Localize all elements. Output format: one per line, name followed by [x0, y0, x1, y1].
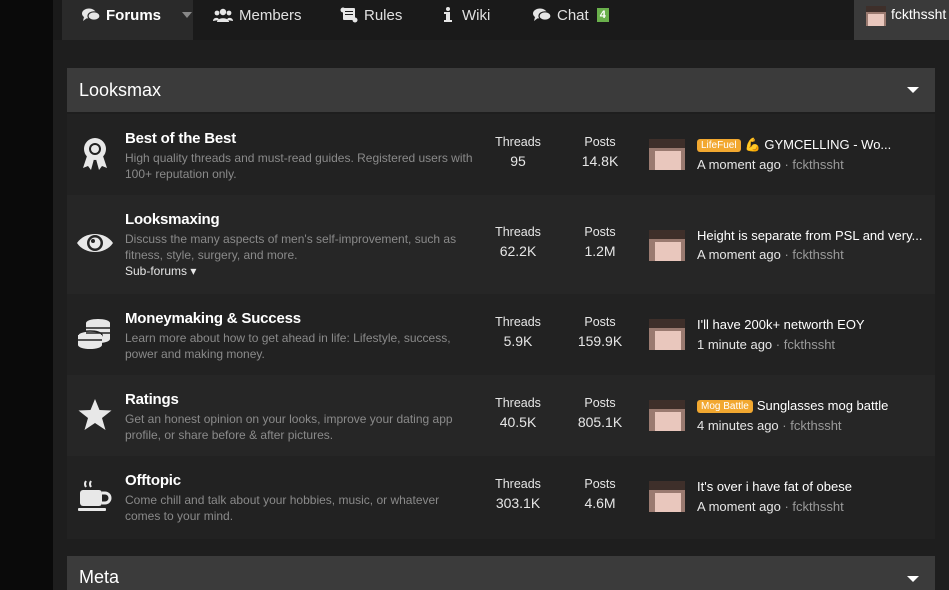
- last-poster-avatar[interactable]: [649, 230, 685, 261]
- last-thread-link[interactable]: Mog Battle Sunglasses mog battle: [697, 398, 929, 413]
- last-post-meta: A moment ago · fckthssht: [697, 499, 844, 514]
- collapse-toggle-icon[interactable]: [907, 576, 919, 582]
- posts-stat: Posts 805.1K: [577, 396, 623, 430]
- user-menu[interactable]: fckthssht: [854, 0, 949, 40]
- last-post-user[interactable]: fckthssht: [792, 247, 843, 262]
- users-icon: [213, 8, 233, 22]
- threads-stat: Threads 40.5K: [495, 396, 541, 430]
- forum-row-best-of-the-best: Best of the Best High quality threads an…: [67, 114, 935, 195]
- forum-title[interactable]: Looksmaxing: [125, 211, 220, 228]
- user-avatar: [866, 6, 886, 26]
- category-header-meta[interactable]: Meta: [67, 556, 935, 590]
- forum-description: Get an honest opinion on your looks, imp…: [125, 412, 453, 442]
- nav-chat-label: Chat: [557, 6, 589, 24]
- last-post-meta: 4 minutes ago · fckthssht: [697, 418, 842, 433]
- forum-title[interactable]: Ratings: [125, 391, 179, 408]
- nav-rules-label: Rules: [364, 6, 403, 24]
- star-icon: [77, 397, 113, 433]
- subforums-toggle[interactable]: Sub-forums ▾: [125, 264, 196, 278]
- award-icon: [77, 136, 113, 172]
- last-post-time: A moment ago: [697, 157, 781, 172]
- coffee-icon: [77, 478, 113, 514]
- forum-description: Learn more about how to get ahead in lif…: [125, 331, 451, 361]
- forum-description: High quality threads and must-read guide…: [125, 151, 473, 181]
- left-gutter: [0, 0, 53, 590]
- last-post-time: 1 minute ago: [697, 337, 773, 352]
- last-post-user[interactable]: fckthssht: [792, 157, 843, 172]
- threads-stat: Threads 62.2K: [495, 225, 541, 259]
- last-post-user[interactable]: fckthssht: [784, 337, 835, 352]
- nav-members[interactable]: Members: [213, 0, 302, 40]
- collapse-toggle-icon[interactable]: [907, 87, 919, 93]
- posts-stat: Posts 1.2M: [584, 225, 616, 259]
- eye-icon: [77, 225, 113, 261]
- coins-icon: [77, 316, 113, 352]
- nav-wiki[interactable]: Wiki: [444, 0, 490, 40]
- last-post-user[interactable]: fckthssht: [790, 418, 841, 433]
- forum-row-moneymaking: Moneymaking & Success Learn more about h…: [67, 294, 935, 375]
- category-header-looksmax[interactable]: Looksmax: [67, 68, 935, 112]
- nav-wiki-label: Wiki: [462, 6, 491, 24]
- last-poster-avatar[interactable]: [649, 319, 685, 350]
- info-icon: [444, 7, 452, 22]
- forum-main: Forums Members Rules Wiki Chat 4 fckthss…: [53, 0, 949, 590]
- prefix-badge: Mog Battle: [697, 400, 753, 413]
- nav-forums[interactable]: Forums: [62, 0, 193, 40]
- category-title: Looksmax: [79, 79, 162, 100]
- nav-forums-label: Forums: [106, 6, 162, 24]
- last-poster-avatar[interactable]: [649, 400, 685, 431]
- last-poster-avatar[interactable]: [649, 139, 685, 170]
- posts-stat: Posts 4.6M: [584, 477, 616, 511]
- nav-rules[interactable]: Rules: [340, 0, 402, 40]
- chevron-down-icon[interactable]: [182, 12, 193, 18]
- username: fckthssht: [891, 6, 947, 22]
- forum-title[interactable]: Best of the Best: [125, 130, 236, 147]
- scroll-icon: [340, 7, 358, 23]
- last-post-meta: 1 minute ago · fckthssht: [697, 337, 836, 352]
- last-thread-link[interactable]: Height is separate from PSL and very...: [697, 228, 929, 243]
- posts-stat: Posts 14.8K: [581, 135, 619, 169]
- forum-row-ratings: Ratings Get an honest opinion on your lo…: [67, 375, 935, 456]
- last-post-user[interactable]: fckthssht: [792, 499, 843, 514]
- threads-stat: Threads 95: [495, 135, 541, 169]
- chat-count-badge: 4: [596, 8, 609, 22]
- comments-icon: [82, 8, 100, 21]
- posts-stat: Posts 159.9K: [577, 315, 623, 349]
- last-thread-link[interactable]: LifeFuel 💪 GYMCELLING - Wo...: [697, 137, 929, 153]
- forum-row-offtopic: Offtopic Come chill and talk about your …: [67, 456, 935, 539]
- threads-stat: Threads 303.1K: [495, 477, 541, 511]
- top-nav: Forums Members Rules Wiki Chat 4 fckthss…: [53, 0, 949, 40]
- prefix-badge: LifeFuel: [697, 139, 741, 152]
- forum-description: Come chill and talk about your hobbies, …: [125, 493, 440, 523]
- forum-row-looksmaxing: Looksmaxing Discuss the many aspects of …: [67, 195, 935, 294]
- last-thread-link[interactable]: It's over i have fat of obese: [697, 479, 929, 494]
- last-post-meta: A moment ago · fckthssht: [697, 247, 844, 262]
- last-poster-avatar[interactable]: [649, 481, 685, 512]
- last-post-time: 4 minutes ago: [697, 418, 779, 433]
- last-post-time: A moment ago: [697, 499, 781, 514]
- nav-chat[interactable]: Chat 4: [533, 0, 609, 40]
- threads-stat: Threads 5.9K: [495, 315, 541, 349]
- last-thread-link[interactable]: I'll have 200k+ networth EOY: [697, 317, 929, 332]
- forum-title[interactable]: Offtopic: [125, 472, 181, 489]
- chat-icon: [533, 8, 551, 21]
- nav-members-label: Members: [239, 6, 302, 24]
- last-post-meta: A moment ago · fckthssht: [697, 157, 844, 172]
- last-post-time: A moment ago: [697, 247, 781, 262]
- forum-title[interactable]: Moneymaking & Success: [125, 310, 301, 327]
- forum-description: Discuss the many aspects of men's self-i…: [125, 232, 457, 262]
- category-title: Meta: [79, 567, 120, 587]
